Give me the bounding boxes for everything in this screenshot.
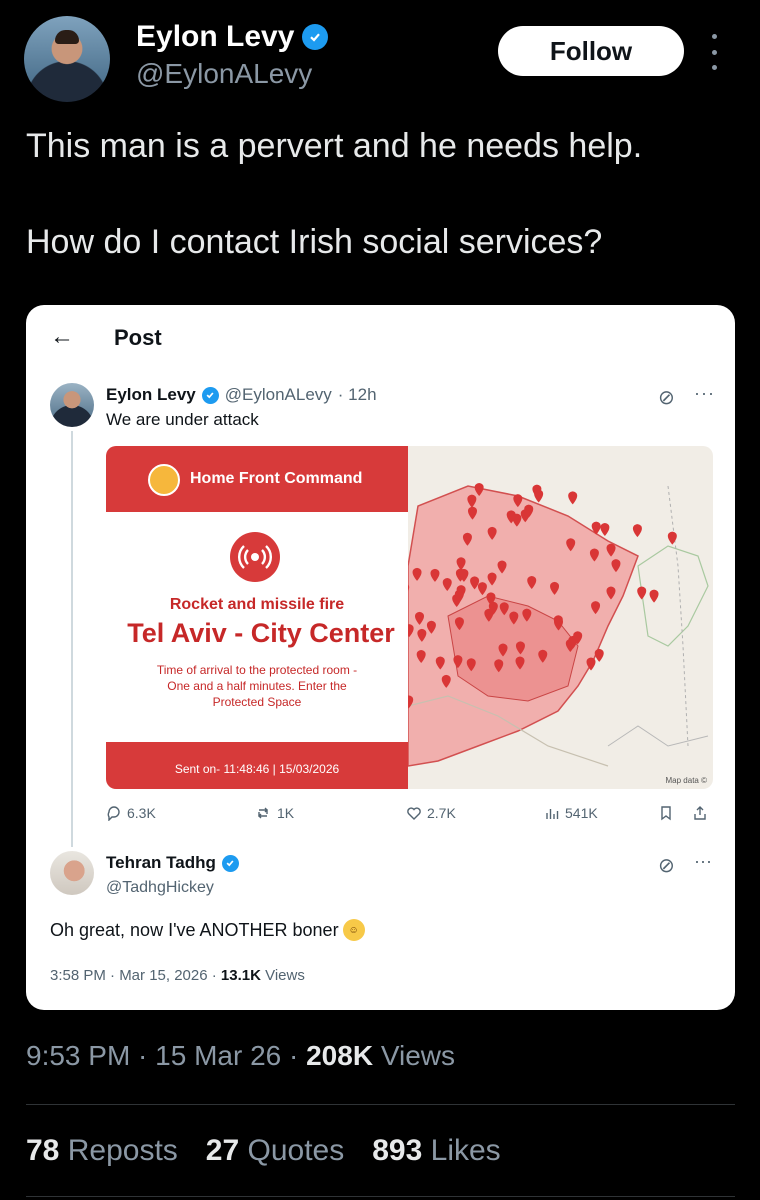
- reply-count: 6.3K: [127, 805, 156, 821]
- views-action: 541K: [544, 805, 598, 821]
- tweet-views-count: 208K: [306, 1040, 374, 1071]
- map-credit: Map data ©: [665, 776, 707, 785]
- quoted-author-avatar: [50, 383, 94, 427]
- likes-stat[interactable]: 893 Likes: [372, 1134, 500, 1168]
- tweet-meta: 9:53 PM · 15 Mar 26 · 208K Views: [26, 1040, 455, 1072]
- author-avatar[interactable]: [24, 16, 110, 102]
- quoted-actions-bar: 6.3K 1K 2.7K 541K: [106, 805, 716, 827]
- quoted-author-row: Eylon Levy @EylonALevy · 12h: [106, 385, 377, 405]
- quotes-stat[interactable]: 27 Quotes: [206, 1134, 344, 1168]
- map-pin-icon: [534, 489, 544, 503]
- map-pin-icon: [600, 522, 610, 536]
- map-pin-icon: [568, 491, 578, 505]
- reply-meta: 3:58 PM · Mar 15, 2026 · 13.1K Views: [50, 967, 305, 984]
- map-pin-icon: [594, 648, 604, 662]
- reply-views-label: Views: [260, 967, 305, 984]
- like-action: 2.7K: [406, 805, 456, 821]
- likes-label: Likes: [430, 1134, 501, 1167]
- map-pin-icon: [667, 531, 677, 545]
- quotes-count: 27: [205, 1134, 240, 1167]
- map-pin-icon: [649, 589, 659, 603]
- alert-panel: Home Front Command Rocket and missile fi…: [106, 446, 408, 789]
- attached-screenshot-image[interactable]: ← Post Eylon Levy @EylonALevy · 12h We a…: [26, 305, 735, 1010]
- grok-icon: ⊘: [658, 387, 675, 409]
- heart-icon: [407, 807, 421, 820]
- reply-icon: [107, 806, 120, 821]
- share-icon: [692, 805, 708, 821]
- back-arrow-icon: ←: [50, 323, 74, 350]
- quoted-author-handle: @EylonALevy: [224, 385, 332, 404]
- views-count: 541K: [565, 805, 598, 821]
- tweet-views-label: Views: [373, 1040, 456, 1071]
- alert-map: Map data ©: [408, 446, 713, 789]
- bookmark-icon: [658, 805, 674, 821]
- reply-author-row: Tehran Tadhg: [106, 853, 239, 873]
- reposts-stat[interactable]: 78 Reposts: [26, 1134, 178, 1168]
- reposts-count: 78: [26, 1134, 60, 1167]
- tweet-text-line1: This man is a pervert and he needs help.: [26, 127, 643, 165]
- divider: [26, 1196, 735, 1197]
- reply-action: 6.3K: [106, 805, 156, 821]
- author-name[interactable]: Eylon Levy: [136, 20, 294, 54]
- tweet-text-line2: How do I contact Irish social services?: [26, 223, 603, 261]
- reply-text-row: Oh great, now I've ANOTHER boner ☺: [50, 919, 365, 941]
- quoted-post-time: · 12h: [337, 385, 377, 404]
- like-count: 2.7K: [427, 805, 456, 821]
- steaming-face-emoji-icon: ☺: [342, 919, 365, 941]
- follow-button[interactable]: Follow: [498, 26, 684, 76]
- reply-text: Oh great, now I've ANOTHER boner: [50, 919, 339, 940]
- divider: [26, 1104, 735, 1105]
- repost-action: 1K: [256, 805, 294, 821]
- quoted-author-name: Eylon Levy: [106, 385, 196, 404]
- reply-author-avatar: [50, 851, 94, 895]
- alarm-broadcast-icon: [230, 532, 280, 582]
- author-name-row[interactable]: Eylon Levy: [136, 20, 329, 54]
- repost-icon: [258, 807, 268, 819]
- alert-org-name: Home Front Command: [190, 470, 363, 487]
- alert-city: Tel Aviv - City Center: [127, 618, 395, 648]
- map-pin-icon: [632, 524, 642, 538]
- likes-count: 893: [372, 1134, 423, 1167]
- home-front-command-logo-icon: [148, 464, 180, 496]
- quotes-label: Quotes: [247, 1134, 345, 1167]
- tweet-timestamp[interactable]: 9:53 PM · 15 Mar 26 ·: [26, 1040, 306, 1071]
- reply-author-name: Tehran Tadhg: [106, 853, 216, 872]
- alert-sent-time: Sent on- 11:48:46 | 15/03/2026: [174, 762, 340, 776]
- quoted-post-text: We are under attack: [106, 410, 259, 429]
- alert-body: Time of arrival to the protected room - …: [156, 663, 358, 709]
- engagement-stats: 78 Reposts 27 Quotes 893 Likes: [26, 1134, 501, 1168]
- repost-count: 1K: [277, 805, 295, 821]
- views-chart-icon: [546, 809, 559, 819]
- reply-time: 3:58 PM · Mar 15, 2026 ·: [50, 967, 221, 984]
- map-pin-icon: [637, 586, 647, 600]
- verified-badge-icon: [221, 854, 239, 872]
- post-header-title: Post: [114, 325, 162, 350]
- reposts-label: Reposts: [67, 1134, 178, 1167]
- verified-badge-icon: [302, 24, 329, 50]
- author-handle[interactable]: @EylonALevy: [136, 58, 312, 90]
- reply-views-count: 13.1K: [220, 967, 261, 984]
- thread-line: [71, 431, 73, 847]
- verified-badge-icon: [201, 386, 219, 404]
- more-options-icon: ···: [694, 383, 715, 403]
- grok-icon: ⊘: [658, 855, 675, 877]
- more-options-icon: ···: [694, 851, 712, 871]
- alert-title: Rocket and missile fire: [169, 596, 345, 613]
- more-options-icon[interactable]: [706, 34, 722, 70]
- reply-author-handle: @TadhgHickey: [106, 879, 214, 896]
